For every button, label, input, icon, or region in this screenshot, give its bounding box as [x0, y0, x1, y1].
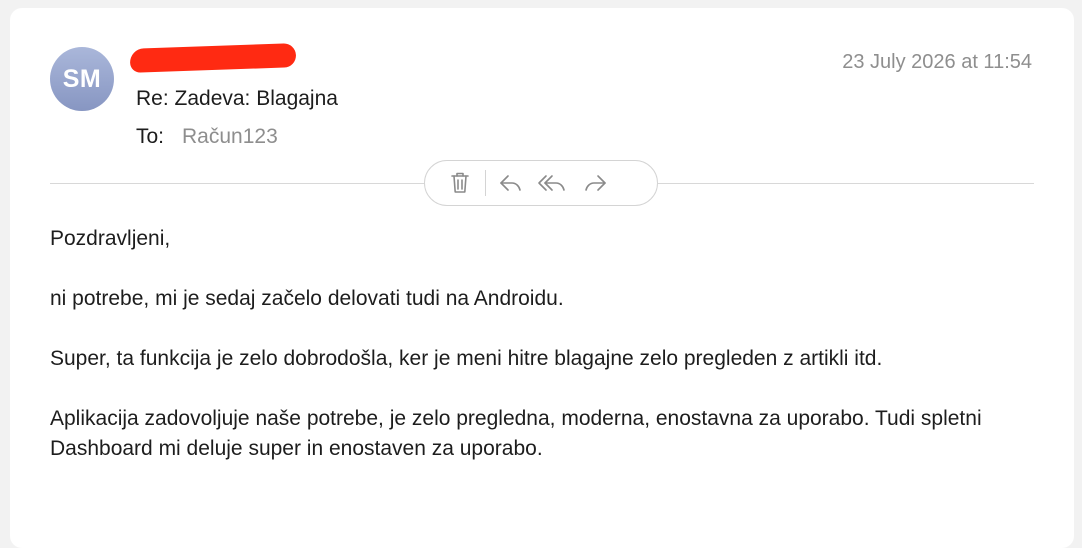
delete-button[interactable] [439, 165, 481, 201]
reply-icon [500, 175, 521, 191]
body-paragraph: Aplikacija zadovoljuje naše potrebe, je … [50, 407, 982, 460]
recipient-name[interactable]: Račun123 [182, 125, 278, 149]
redaction-mark [129, 43, 297, 73]
reply-all-button[interactable] [532, 165, 574, 201]
trash-icon [451, 172, 469, 193]
forward-button[interactable] [574, 165, 616, 201]
reply-all-icon [538, 175, 565, 191]
body-paragraph: ni potrebe, mi je sedaj začelo delovati … [50, 287, 564, 310]
body-paragraph: Super, ta funkcija je zelo dobrodošla, k… [50, 347, 883, 370]
message-toolbar [424, 160, 658, 206]
recipient-row: To: Račun123 [136, 125, 278, 149]
email-view: SM S 23 July 2026 at 11:54 Re: Zadeva: B… [10, 8, 1074, 548]
email-body: Pozdravljeni, ni potrebe, mi je sedaj za… [50, 224, 1040, 494]
reply-button[interactable] [490, 165, 532, 201]
email-date: 23 July 2026 at 11:54 [842, 51, 1032, 73]
forward-icon [585, 175, 606, 191]
email-subject: Re: Zadeva: Blagajna [136, 87, 338, 110]
to-label: To: [136, 125, 165, 148]
avatar: SM [50, 47, 114, 111]
body-paragraph: Pozdravljeni, [50, 227, 171, 250]
toolbar-separator [485, 170, 486, 196]
